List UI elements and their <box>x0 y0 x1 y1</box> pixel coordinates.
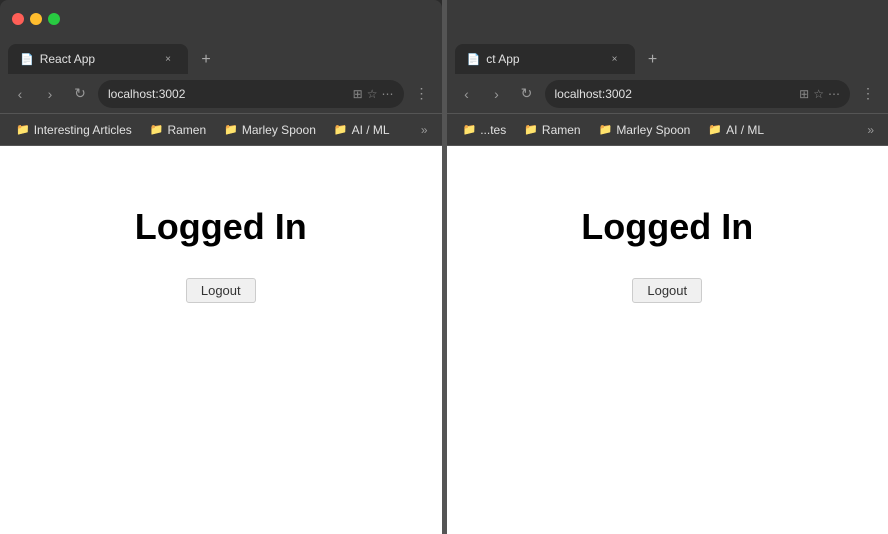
tab-close-1[interactable]: × <box>160 51 176 67</box>
back-button-2[interactable]: ‹ <box>455 82 479 106</box>
bookmark-aiml-1[interactable]: 📁 AI / ML <box>326 120 398 140</box>
bookmarks-more-1[interactable]: » <box>415 120 434 140</box>
page-content-1: Logged In Logout <box>0 146 442 534</box>
maximize-button-1[interactable] <box>48 13 60 25</box>
bookmark-folder-icon-2: 📁 <box>150 123 164 136</box>
forward-button-1[interactable]: › <box>38 82 62 106</box>
page-heading-1: Logged In <box>135 206 307 248</box>
logout-button-1[interactable]: Logout <box>186 278 256 303</box>
url-icons-1: ⊞ ☆ ⋯ <box>353 87 394 101</box>
star-icon-1[interactable]: ☆ <box>367 87 378 101</box>
logout-button-2[interactable]: Logout <box>632 278 702 303</box>
bookmark-folder-icon-4: 📁 <box>334 123 348 136</box>
menu-button-2[interactable]: ⋮ <box>856 82 880 106</box>
new-tab-button-2[interactable]: + <box>639 46 667 74</box>
bookmark-label-4: AI / ML <box>352 123 390 137</box>
bookmark-marley-spoon-1[interactable]: 📁 Marley Spoon <box>216 120 324 140</box>
translate-icon-1[interactable]: ⊞ <box>353 87 363 101</box>
bookmark-folder-icon-1: 📁 <box>16 123 30 136</box>
bookmark-label-7: Marley Spoon <box>616 123 690 137</box>
bookmark-interesting-articles[interactable]: 📁 Interesting Articles <box>8 120 140 140</box>
url-icons-2: ⊞ ☆ ⋯ <box>799 87 840 101</box>
menu-button-1[interactable]: ⋮ <box>410 82 434 106</box>
browser-window-2: 📄 ct App × + ‹ › ↻ localhost:3002 ⊞ ☆ ⋯ … <box>447 0 888 534</box>
settings-icon-1[interactable]: ⋯ <box>382 87 394 101</box>
bookmarks-bar-2: 📁 ...tes 📁 Ramen 📁 Marley Spoon 📁 AI / M… <box>447 114 888 146</box>
bookmark-folder-icon-3: 📁 <box>224 123 238 136</box>
address-bar-2: ‹ › ↻ localhost:3002 ⊞ ☆ ⋯ ⋮ <box>447 74 888 114</box>
bookmark-label-2: Ramen <box>167 123 206 137</box>
tab-title-1: React App <box>40 52 154 66</box>
page-heading-2: Logged In <box>581 206 753 248</box>
title-bar-1 <box>0 0 442 38</box>
tab-bar-1: 📄 React App × + <box>0 38 442 74</box>
active-tab-2[interactable]: 📄 ct App × <box>455 44 635 74</box>
bookmark-label-5: ...tes <box>480 123 506 137</box>
url-bar-1[interactable]: localhost:3002 ⊞ ☆ ⋯ <box>98 80 404 108</box>
bookmarks-bar-1: 📁 Interesting Articles 📁 Ramen 📁 Marley … <box>0 114 442 146</box>
new-tab-button-1[interactable]: + <box>192 46 220 74</box>
bookmarks-more-2[interactable]: » <box>861 120 880 140</box>
refresh-button-1[interactable]: ↻ <box>68 82 92 106</box>
star-icon-2[interactable]: ☆ <box>813 87 824 101</box>
bookmark-folder-icon-6: 📁 <box>524 123 538 136</box>
browser-window-1: 📄 React App × + ‹ › ↻ localhost:3002 ⊞ ☆… <box>0 0 443 534</box>
tab-close-2[interactable]: × <box>607 51 623 67</box>
refresh-button-2[interactable]: ↻ <box>515 82 539 106</box>
settings-icon-2[interactable]: ⋯ <box>828 87 840 101</box>
back-button-1[interactable]: ‹ <box>8 82 32 106</box>
tab-title-2: ct App <box>486 52 600 66</box>
bookmark-folder-icon-7: 📁 <box>599 123 613 136</box>
bookmark-ramen-1[interactable]: 📁 Ramen <box>142 120 214 140</box>
bookmark-label-3: Marley Spoon <box>242 123 316 137</box>
close-button-1[interactable] <box>12 13 24 25</box>
bookmark-label-6: Ramen <box>542 123 581 137</box>
address-bar-1: ‹ › ↻ localhost:3002 ⊞ ☆ ⋯ ⋮ <box>0 74 442 114</box>
bookmark-ramen-2[interactable]: 📁 Ramen <box>516 120 588 140</box>
traffic-lights-1 <box>12 13 60 25</box>
url-bar-2[interactable]: localhost:3002 ⊞ ☆ ⋯ <box>545 80 851 108</box>
bookmark-marley-spoon-2[interactable]: 📁 Marley Spoon <box>591 120 699 140</box>
tab-icon-2: 📄 <box>467 53 481 66</box>
bookmark-folder-icon-5: 📁 <box>463 123 477 136</box>
tab-icon-1: 📄 <box>20 53 34 66</box>
active-tab-1[interactable]: 📄 React App × <box>8 44 188 74</box>
tab-bar-2: 📄 ct App × + <box>447 38 888 74</box>
bookmark-aiml-2[interactable]: 📁 AI / ML <box>700 120 772 140</box>
bookmark-label-8: AI / ML <box>726 123 764 137</box>
bookmark-sites-2[interactable]: 📁 ...tes <box>455 120 515 140</box>
url-text-2: localhost:3002 <box>555 87 632 101</box>
forward-button-2[interactable]: › <box>485 82 509 106</box>
minimize-button-1[interactable] <box>30 13 42 25</box>
title-bar-2 <box>447 0 888 38</box>
page-content-2: Logged In Logout <box>447 146 888 534</box>
bookmark-folder-icon-8: 📁 <box>708 123 722 136</box>
bookmark-label-1: Interesting Articles <box>34 123 132 137</box>
url-text-1: localhost:3002 <box>108 87 185 101</box>
translate-icon-2[interactable]: ⊞ <box>799 87 809 101</box>
